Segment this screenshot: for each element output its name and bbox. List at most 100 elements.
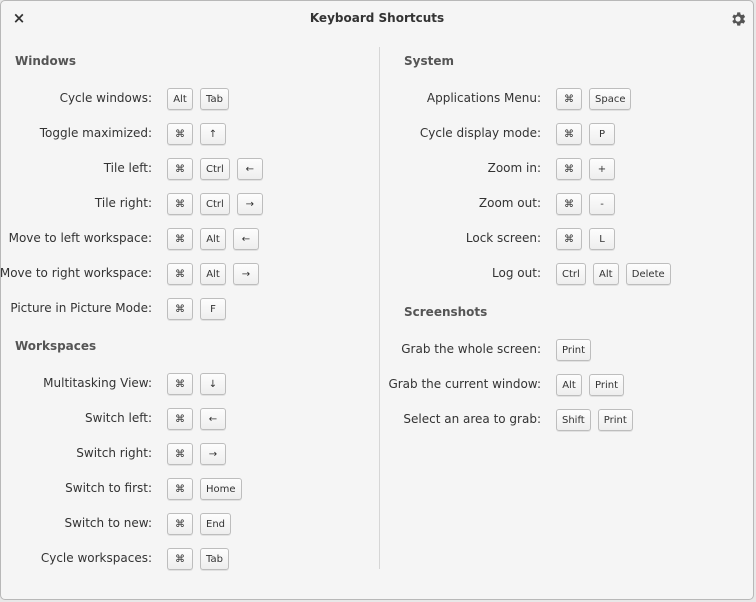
- shortcut-keys: ⌘ F: [167, 298, 226, 320]
- shortcut-label: Zoom in:: [487, 161, 541, 175]
- shortcut-keys: ⌘ Alt ←: [167, 228, 259, 250]
- gear-icon[interactable]: [729, 10, 747, 28]
- key-cap: L: [589, 228, 615, 250]
- key-cap: Print: [589, 374, 625, 396]
- key-cap: ←: [236, 158, 263, 180]
- shortcut-keys: Print: [556, 339, 592, 361]
- shortcut-label: Tile left:: [103, 161, 152, 175]
- section-title-windows: Windows: [15, 54, 76, 68]
- key-cap: ⌘: [167, 193, 193, 215]
- key-cap: ←: [200, 408, 226, 430]
- shortcut-label: Zoom out:: [478, 196, 541, 210]
- key-cap: ⌘: [167, 158, 193, 180]
- shortcut-label: Multitasking View:: [43, 376, 152, 390]
- shortcut-keys: ⌘ Ctrl ←: [167, 158, 263, 180]
- key-cap: Alt: [167, 88, 193, 110]
- key-cap: Tab: [200, 548, 229, 570]
- key-cap: Print: [597, 409, 633, 431]
- key-cap: End: [200, 513, 232, 535]
- column-divider: [379, 47, 380, 569]
- key-cap: ⌘: [167, 548, 193, 570]
- key-cap: ⌘: [167, 228, 193, 250]
- key-cap: ⌘: [167, 298, 193, 320]
- key-cap: Ctrl: [200, 158, 230, 180]
- shortcut-keys: ⌘ +: [556, 158, 615, 180]
- shortcut-label: Switch to first:: [65, 481, 152, 495]
- shortcut-keys: ⌘ End: [167, 513, 232, 535]
- key-cap: Alt: [200, 228, 226, 250]
- key-cap: ⌘: [167, 123, 193, 145]
- key-cap: F: [200, 298, 226, 320]
- key-cap: Ctrl: [556, 263, 586, 285]
- shortcut-label: Cycle display mode:: [419, 126, 541, 140]
- key-cap: →: [200, 443, 226, 465]
- shortcut-keys: ⌘ ←: [167, 408, 226, 430]
- key-cap: +: [589, 158, 615, 180]
- shortcut-label: Grab the current window:: [388, 377, 541, 391]
- shortcut-label: Picture in Picture Mode:: [10, 301, 152, 315]
- shortcut-label: Grab the whole screen:: [401, 342, 541, 356]
- key-cap: ⌘: [556, 193, 582, 215]
- key-cap: ⌘: [556, 88, 582, 110]
- key-cap: Alt: [200, 263, 226, 285]
- shortcut-label: Switch left:: [85, 411, 152, 425]
- shortcut-keys: ⌘ L: [556, 228, 615, 250]
- key-cap: Delete: [625, 263, 671, 285]
- key-cap: ⌘: [167, 443, 193, 465]
- key-cap: ↑: [200, 123, 226, 145]
- key-cap: ←: [233, 228, 259, 250]
- shortcut-label: Move to left workspace:: [8, 231, 152, 245]
- shortcut-label: Tile right:: [94, 196, 152, 210]
- shortcut-label: Cycle workspaces:: [40, 551, 152, 565]
- key-cap: ⌘: [167, 373, 193, 395]
- key-cap: ⌘: [167, 513, 193, 535]
- key-cap: →: [233, 263, 259, 285]
- key-cap: →: [236, 193, 263, 215]
- section-title-screenshots: Screenshots: [404, 305, 488, 319]
- shortcut-keys: Alt Print: [556, 374, 625, 396]
- key-cap: Shift: [556, 409, 591, 431]
- shortcut-keys: ⌘ Space: [556, 88, 632, 110]
- shortcut-label: Switch to new:: [64, 516, 152, 530]
- key-cap: P: [589, 123, 615, 145]
- window-title: Keyboard Shortcuts: [309, 11, 445, 25]
- key-cap: Tab: [200, 88, 229, 110]
- shortcut-keys: ⌘ Tab: [167, 548, 229, 570]
- shortcut-keys: Alt Tab: [167, 88, 229, 110]
- shortcuts-window: × Keyboard Shortcuts Windows Cycle window…: [0, 0, 754, 600]
- shortcut-keys: ⌘ -: [556, 193, 615, 215]
- key-cap: Ctrl: [200, 193, 230, 215]
- shortcut-keys: Shift Print: [556, 409, 633, 431]
- key-cap: Alt: [556, 374, 582, 396]
- key-cap: -: [589, 193, 615, 215]
- section-title-workspaces: Workspaces: [15, 339, 97, 353]
- shortcut-label: Log out:: [492, 266, 541, 280]
- key-cap: ⌘: [556, 158, 582, 180]
- shortcut-keys: ⌘ ↓: [167, 373, 226, 395]
- shortcut-label: Lock screen:: [465, 231, 541, 245]
- shortcut-label: Toggle maximized:: [39, 126, 152, 140]
- shortcut-keys: ⌘ ↑: [167, 123, 226, 145]
- key-cap: ⌘: [167, 263, 193, 285]
- shortcut-label: Applications Menu:: [426, 91, 541, 105]
- shortcut-label: Cycle windows:: [59, 91, 152, 105]
- key-cap: Print: [556, 339, 592, 361]
- title-bar: × Keyboard Shortcuts: [1, 1, 753, 37]
- shortcut-keys: ⌘ →: [167, 443, 226, 465]
- key-cap: ⌘: [556, 123, 582, 145]
- key-cap: ⌘: [556, 228, 582, 250]
- shortcut-label: Move to right workspace:: [0, 266, 152, 280]
- section-title-system: System: [404, 54, 454, 68]
- key-cap: ⌘: [167, 478, 193, 500]
- shortcut-label: Select an area to grab:: [403, 412, 541, 426]
- shortcut-keys: ⌘ Ctrl →: [167, 193, 263, 215]
- key-cap: ⌘: [167, 408, 193, 430]
- shortcut-keys: Ctrl Alt Delete: [556, 263, 671, 285]
- shortcut-keys: ⌘ Home: [167, 478, 242, 500]
- key-cap: Home: [200, 478, 242, 500]
- shortcut-keys: ⌘ P: [556, 123, 615, 145]
- key-cap: Space: [589, 88, 632, 110]
- key-cap: ↓: [200, 373, 226, 395]
- shortcut-keys: ⌘ Alt →: [167, 263, 259, 285]
- shortcut-label: Switch right:: [76, 446, 152, 460]
